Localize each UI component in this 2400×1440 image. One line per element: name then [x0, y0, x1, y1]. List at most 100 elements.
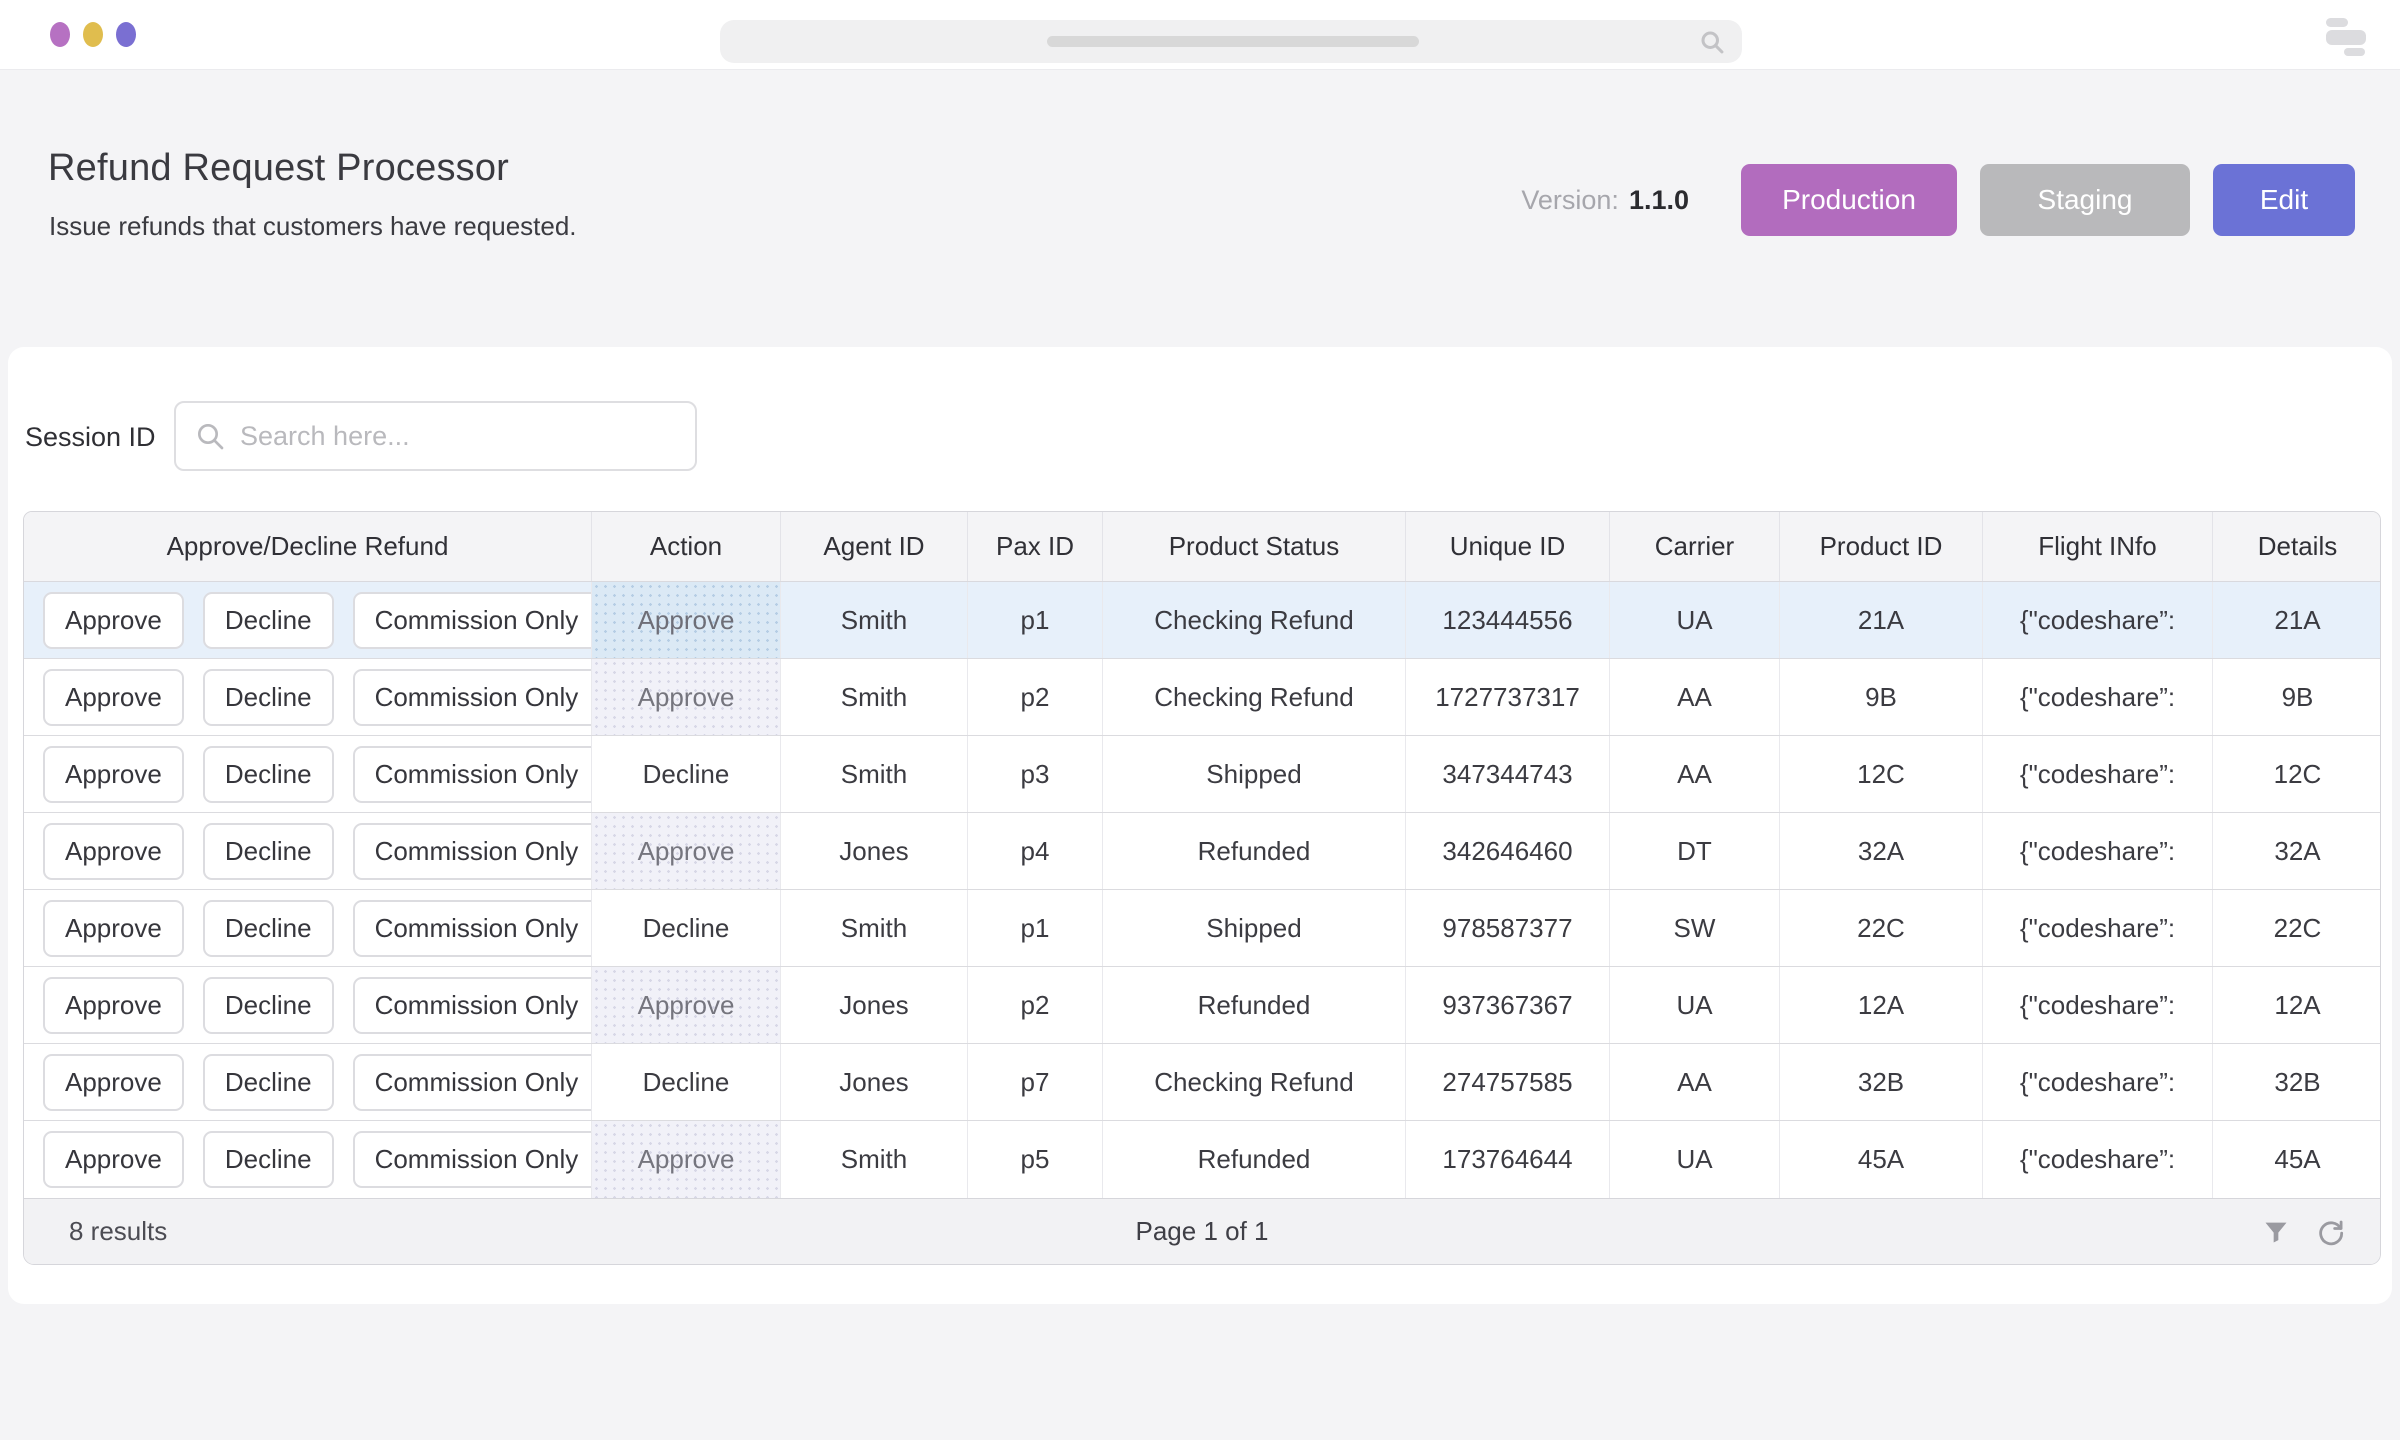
refresh-icon[interactable]: [2316, 1218, 2344, 1246]
approve-button[interactable]: Approve: [43, 1054, 184, 1111]
page-indicator: Page 1 of 1: [24, 1216, 2380, 1247]
decline-button[interactable]: Decline: [203, 592, 334, 649]
flight-info-cell: {"codeshare”:: [1983, 1121, 2213, 1198]
unique-id-cell: 123444556: [1406, 582, 1610, 658]
window-dot-1[interactable]: [50, 22, 70, 47]
table-row[interactable]: ApproveDeclineCommission OnlyDeclineJone…: [24, 1044, 2380, 1121]
product-id-cell: 32B: [1780, 1044, 1983, 1120]
approve-button[interactable]: Approve: [43, 1131, 184, 1188]
product-status-cell: Checking Refund: [1103, 659, 1406, 735]
carrier-cell: UA: [1610, 967, 1780, 1043]
approve-decline-cell: Approve Decline Commission Only: [24, 890, 592, 966]
commission-only-button[interactable]: Commission Only: [353, 900, 592, 957]
commission-only-button[interactable]: Commission Only: [353, 1054, 592, 1111]
action-cell: Decline: [592, 736, 781, 812]
carrier-cell: UA: [1610, 582, 1780, 658]
approve-button[interactable]: Approve: [43, 977, 184, 1034]
agent-id-cell: Smith: [781, 659, 968, 735]
action-cell: Approve: [592, 659, 781, 735]
column-header-pax-id: Pax ID: [968, 512, 1103, 581]
approve-button[interactable]: Approve: [43, 746, 184, 803]
browser-top-bar: [0, 0, 2400, 70]
browser-address-bar[interactable]: [720, 20, 1742, 63]
decline-button[interactable]: Decline: [203, 977, 334, 1034]
agent-id-cell: Smith: [781, 1121, 968, 1198]
action-cell: Decline: [592, 890, 781, 966]
approve-decline-cell: Approve Decline Commission Only: [24, 813, 592, 889]
session-id-label: Session ID: [25, 422, 156, 453]
approve-decline-cell: Approve Decline Commission Only: [24, 1044, 592, 1120]
details-cell: 9B: [2213, 659, 2381, 735]
product-id-cell: 12A: [1780, 967, 1983, 1043]
table-row[interactable]: ApproveDeclineCommission OnlyApproveJone…: [24, 967, 2380, 1044]
carrier-cell: AA: [1610, 1044, 1780, 1120]
commission-only-button[interactable]: Commission Only: [353, 1131, 592, 1188]
approve-decline-cell: Approve Decline Commission Only: [24, 582, 592, 658]
agent-id-cell: Jones: [781, 813, 968, 889]
session-search-box: [174, 401, 697, 471]
approve-button[interactable]: Approve: [43, 823, 184, 880]
unique-id-cell: 937367367: [1406, 967, 1610, 1043]
decline-button[interactable]: Decline: [203, 746, 334, 803]
approve-decline-cell: Approve Decline Commission Only: [24, 659, 592, 735]
staging-button[interactable]: Staging: [1980, 164, 2190, 236]
table-row[interactable]: Approve Decline Commission OnlyApprove Jone…: [24, 813, 2380, 890]
approve-button[interactable]: Approve: [43, 592, 184, 649]
production-button[interactable]: Production: [1741, 164, 1957, 236]
action-cell: Decline: [592, 1044, 781, 1120]
window-dot-2[interactable]: [83, 22, 103, 47]
agent-id-cell: Smith: [781, 582, 968, 658]
carrier-cell: DT: [1610, 813, 1780, 889]
unique-id-cell: 342646460: [1406, 813, 1610, 889]
decline-button[interactable]: Decline: [203, 669, 334, 726]
pax-id-cell: p3: [968, 736, 1103, 812]
flight-info-cell: {"codeshare”:: [1983, 813, 2213, 889]
window-dot-3[interactable]: [116, 22, 136, 47]
product-id-cell: 21A: [1780, 582, 1983, 658]
approve-button[interactable]: Approve: [43, 669, 184, 726]
version-value: 1.1.0: [1629, 185, 1689, 216]
column-header-unique-id: Unique ID: [1406, 512, 1610, 581]
flight-info-cell: {"codeshare”:: [1983, 1044, 2213, 1120]
edit-button[interactable]: Edit: [2213, 164, 2355, 236]
details-cell: 12A: [2213, 967, 2381, 1043]
commission-only-button[interactable]: Commission Only: [353, 746, 592, 803]
flight-info-cell: {"codeshare”:: [1983, 582, 2213, 658]
column-header-details: Details: [2213, 512, 2381, 581]
pax-id-cell: p1: [968, 582, 1103, 658]
details-cell: 45A: [2213, 1121, 2381, 1198]
window-control-dots: [50, 22, 136, 47]
approve-decline-cell: Approve Decline Commission Only: [24, 1121, 592, 1198]
filter-icon[interactable]: [2262, 1218, 2290, 1246]
product-status-cell: Shipped: [1103, 890, 1406, 966]
browser-menu-icon[interactable]: [2326, 18, 2366, 54]
table-row[interactable]: ApproveDeclineCommission OnlyDeclineSmit…: [24, 890, 2380, 967]
commission-only-button[interactable]: Commission Only: [353, 823, 592, 880]
approve-button[interactable]: Approve: [43, 900, 184, 957]
product-id-cell: 32A: [1780, 813, 1983, 889]
table-row[interactable]: Approve Decline Commission OnlyApprove Smit…: [24, 582, 2380, 659]
table-row[interactable]: ApproveDeclineCommission OnlyDeclineSmit…: [24, 736, 2380, 813]
commission-only-button[interactable]: Commission Only: [353, 592, 592, 649]
commission-only-button[interactable]: Commission Only: [353, 977, 592, 1034]
table-row[interactable]: ApproveDeclineCommission OnlyApproveSmit…: [24, 659, 2380, 736]
approve-decline-cell: Approve Decline Commission Only: [24, 967, 592, 1043]
decline-button[interactable]: Decline: [203, 1131, 334, 1188]
decline-button[interactable]: Decline: [203, 900, 334, 957]
commission-only-button[interactable]: Commission Only: [353, 669, 592, 726]
unique-id-cell: 1727737317: [1406, 659, 1610, 735]
approve-decline-cell: Approve Decline Commission Only: [24, 736, 592, 812]
agent-id-cell: Smith: [781, 736, 968, 812]
decline-button[interactable]: Decline: [203, 1054, 334, 1111]
table-row[interactable]: Approve Decline Commission OnlyApprove Smit…: [24, 1121, 2380, 1198]
action-cell: Approve: [592, 967, 781, 1043]
column-header-action: Action: [592, 512, 781, 581]
column-header-flight-info: Flight INfo: [1983, 512, 2213, 581]
page-header: Refund Request Processor Issue refunds t…: [0, 71, 2400, 347]
agent-id-cell: Jones: [781, 967, 968, 1043]
search-input[interactable]: [240, 421, 679, 452]
unique-id-cell: 173764644: [1406, 1121, 1610, 1198]
details-cell: 21A: [2213, 582, 2381, 658]
decline-button[interactable]: Decline: [203, 823, 334, 880]
page-title: Refund Request Processor: [48, 147, 509, 190]
